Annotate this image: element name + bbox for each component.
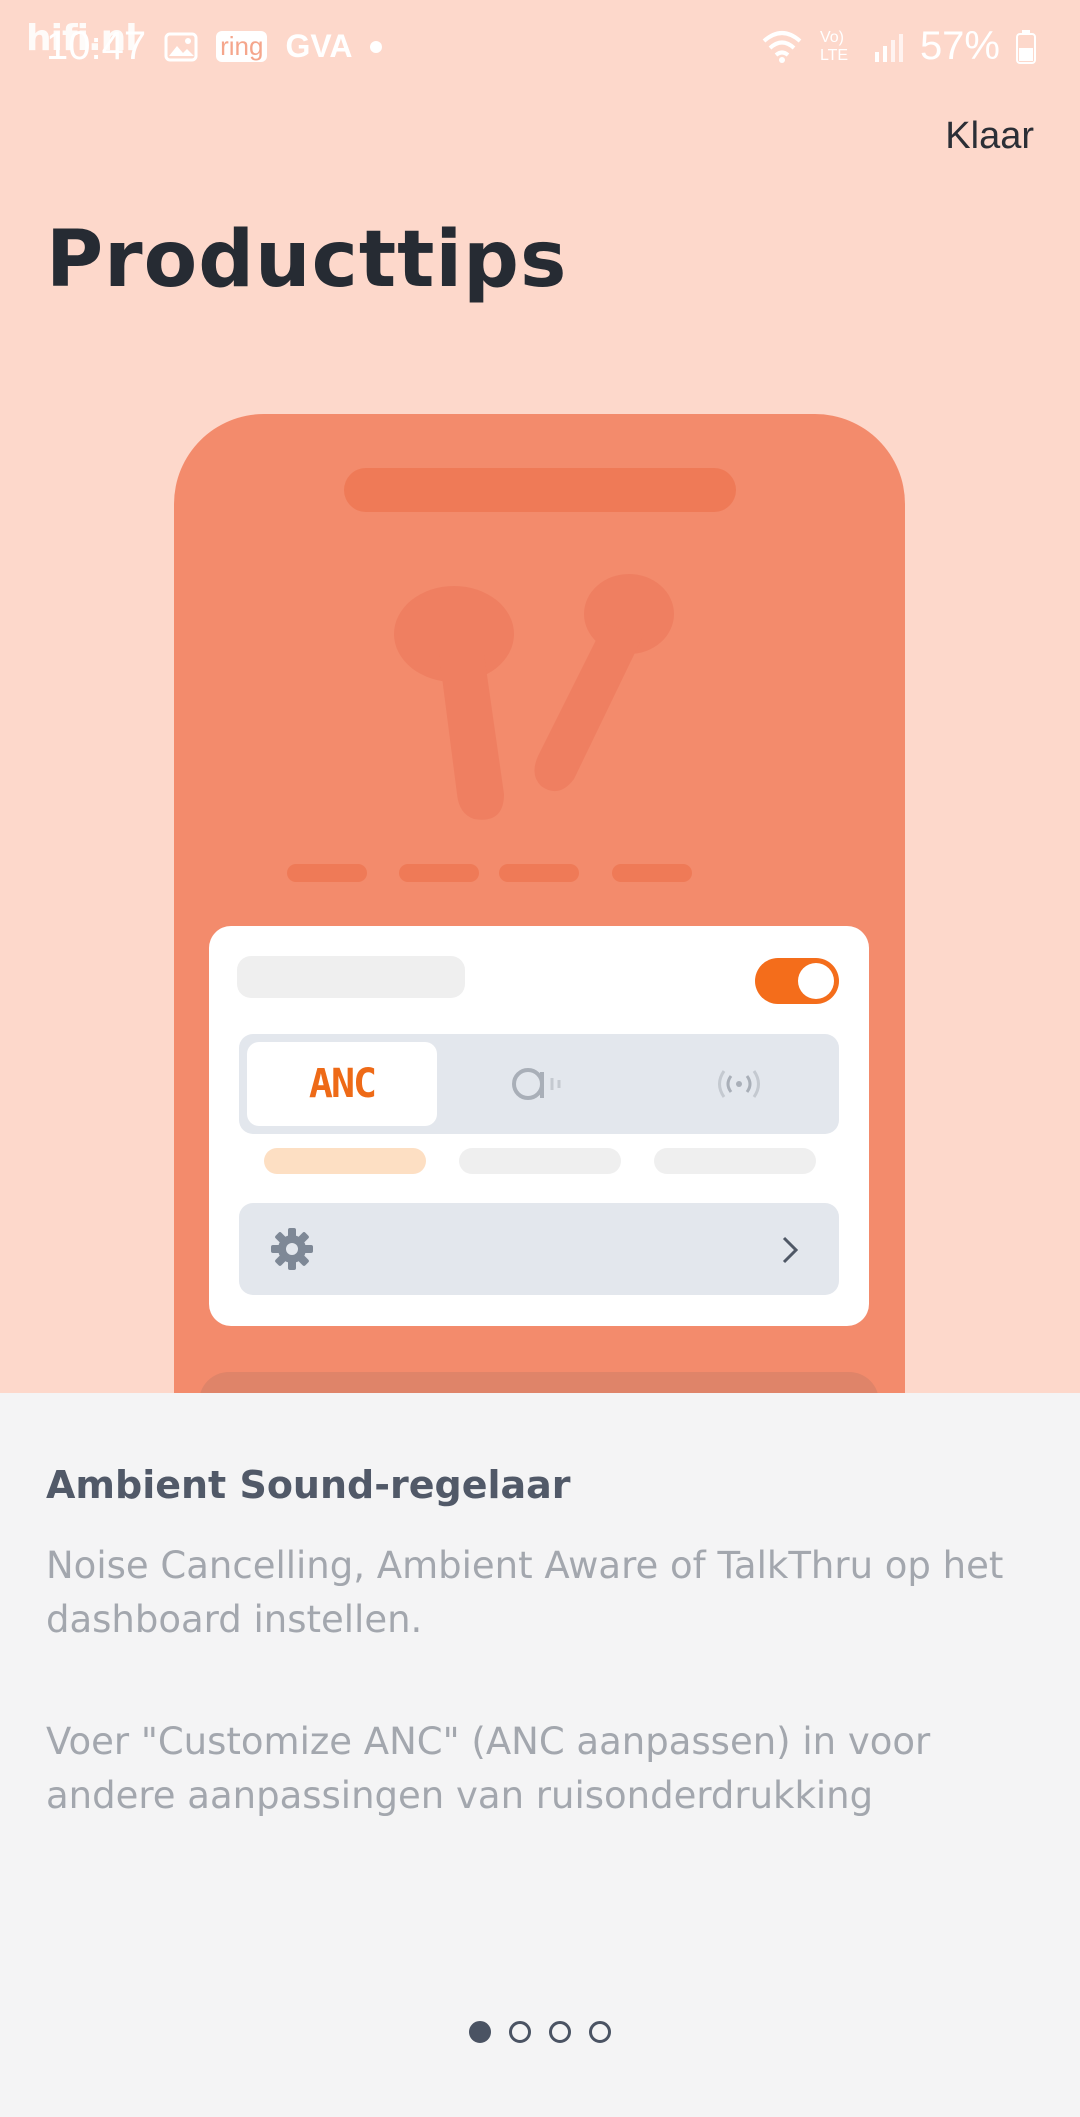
tip-description: Noise Cancelling, Ambient Aware of TalkT… [46,1544,1004,1641]
battery-icon [1016,29,1036,64]
watermark-logo: hifi.nl [26,18,138,59]
toggle-knob [798,963,834,999]
done-button[interactable]: Klaar [945,115,1034,158]
decor-dash [499,864,579,882]
volte-indicator: Vo) LTE [819,28,849,64]
page-dot-1[interactable] [469,2021,491,2043]
ambient-indicator-pill [459,1148,621,1174]
anc-indicator-pill [264,1148,426,1174]
phone-notch [344,468,736,512]
card-label-placeholder [237,956,465,998]
decor-dash [612,864,692,882]
ambient-aware-icon [512,1068,561,1100]
status-right: Vo) LTE 57% [760,24,1036,69]
page-dot-2[interactable] [509,2021,531,2043]
chevron-right-icon [782,1236,799,1264]
dashboard-card: ANC [209,926,869,1326]
page-indicator [0,2021,1080,2043]
gear-icon [271,1228,313,1270]
wifi-icon [762,30,802,63]
phone-illustration: ANC [174,414,905,1414]
talkthru-indicator-pill [654,1148,816,1174]
tip-sheet: Ambient Sound-regelaar Noise Cancelling,… [0,1393,1080,2117]
tip-title: Ambient Sound-regelaar [46,1463,571,1507]
more-notifications-dot-icon [370,40,383,53]
page-dot-3[interactable] [549,2021,571,2043]
customize-anc-row [239,1203,839,1295]
status-bar: 10:47 ring GVA Vo) LTE 57% [0,0,1080,100]
mode-selector: ANC [239,1034,839,1134]
page-title: Producttips [46,215,568,305]
signal-icon [874,33,903,62]
decor-dash [287,864,367,882]
anc-mode-option: ANC [247,1042,437,1126]
talkthru-icon [718,1070,760,1098]
gva-notification-icon: GVA [285,28,353,64]
tip-instruction: Voer "Customize ANC" (ANC aanpassen) in … [46,1720,931,1817]
ring-notification-icon: ring [216,31,268,62]
earbuds-icon [394,574,674,820]
page-dot-4[interactable] [589,2021,611,2043]
gallery-notification-icon [164,32,198,61]
battery-percentage: 57% [919,24,1000,68]
ambient-toggle [755,958,839,1004]
decor-dash [399,864,479,882]
